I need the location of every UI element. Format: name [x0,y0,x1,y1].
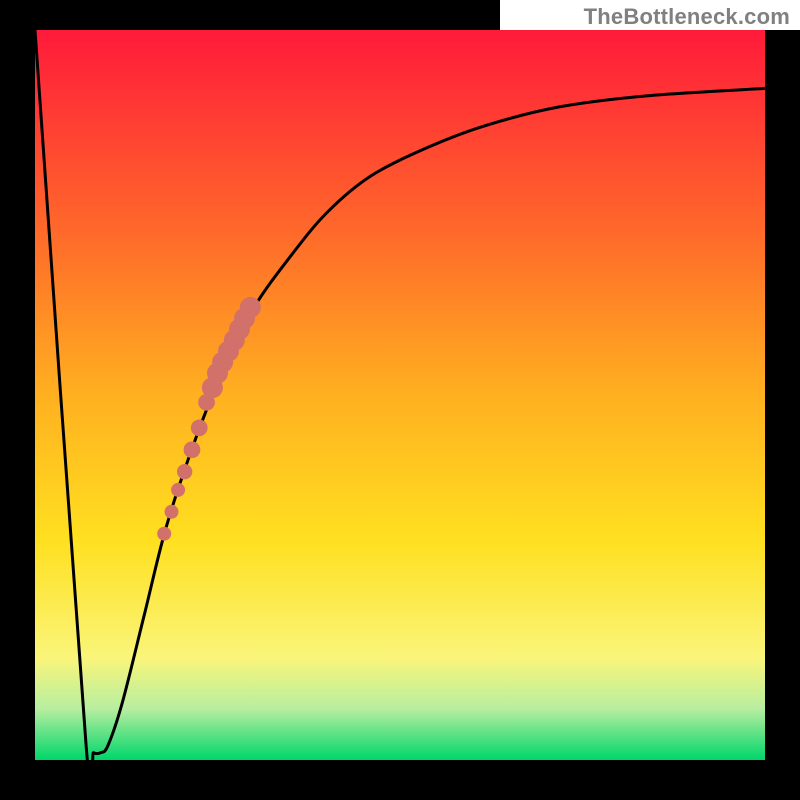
data-marker [191,419,208,436]
bottleneck-chart [0,0,800,800]
data-marker [177,464,192,479]
data-marker [184,441,201,458]
chart-container: TheBottleneck.com [0,0,800,800]
data-marker [240,297,261,318]
data-marker [171,483,185,497]
attribution-label: TheBottleneck.com [584,4,790,30]
plot-area [35,30,765,760]
data-marker [165,505,179,519]
data-marker [157,527,171,541]
